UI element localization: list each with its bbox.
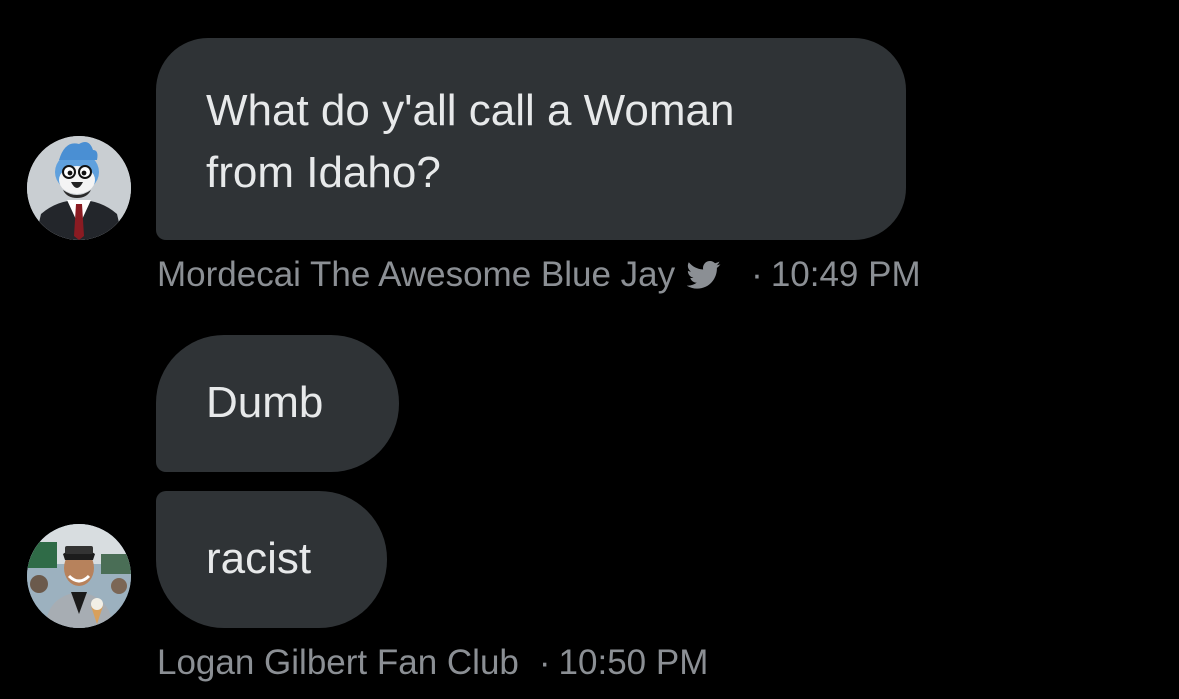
message-meta: Mordecai The Awesome Blue Jay · 10:49 PM (157, 255, 921, 295)
message-bubble[interactable]: What do y'all call a Woman from Idaho? (156, 38, 906, 240)
message-text-line: racist (206, 534, 312, 583)
avatar-mordecai[interactable] (27, 136, 131, 240)
message-meta: Logan Gilbert Fan Club · 10:50 PM (157, 643, 708, 683)
message-text-line: Dumb (206, 378, 324, 427)
message-time: 10:50 PM (558, 643, 709, 682)
avatar-logan-gilbert-fan-club[interactable] (27, 524, 131, 628)
message-bubble[interactable]: Dumb (156, 335, 399, 472)
meta-separator: · (538, 643, 551, 682)
message-time: 10:49 PM (770, 255, 921, 294)
twitter-bird-icon (687, 260, 721, 289)
meta-separator: · (751, 255, 763, 294)
avatar-logan-gilbert-fan-club-image (27, 524, 131, 628)
message-text-line: from Idaho? (206, 148, 441, 197)
sender-name[interactable]: Mordecai The Awesome Blue Jay (157, 255, 675, 295)
message-text-line: What do y'all call a Woman (206, 86, 735, 135)
message-bubble[interactable]: racist (156, 491, 387, 628)
avatar-mordecai-image (27, 136, 131, 240)
sender-name[interactable]: Logan Gilbert Fan Club (157, 643, 519, 683)
